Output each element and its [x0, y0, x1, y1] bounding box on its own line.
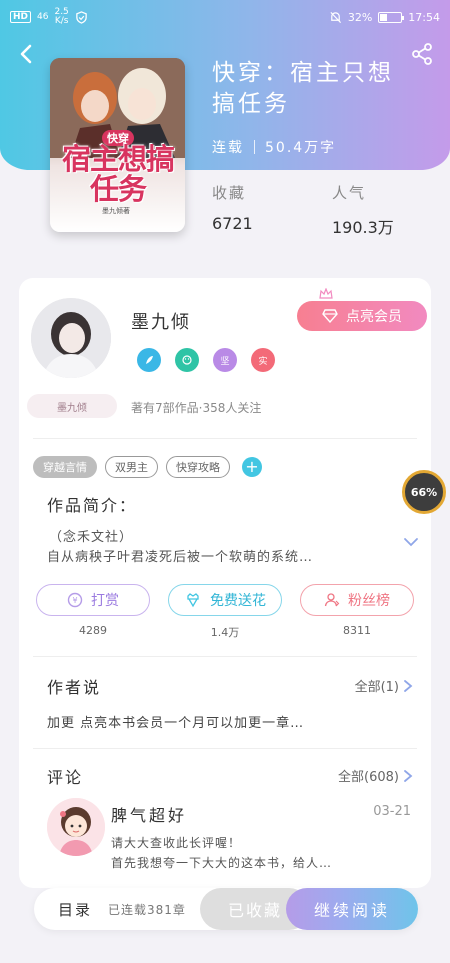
comments-more-link[interactable]: 全部(608) — [338, 766, 413, 785]
tag-list: 穿越言情 双男主 快穿攻略 + — [33, 456, 262, 478]
comment-date: 03-21 — [373, 804, 411, 819]
author-stats: 著有7部作品·358人关注 — [131, 401, 262, 415]
author-notes-text[interactable]: 加更 点亮本书会员一个月可以加更一章… — [47, 712, 304, 731]
tag-item[interactable]: 双男主 — [105, 456, 158, 478]
chevron-down-icon[interactable] — [403, 536, 419, 548]
battery-fill — [380, 13, 387, 21]
chevron-right-icon — [404, 679, 413, 692]
chapter-status: 已连载381章 — [108, 903, 186, 917]
fan-ranking-label: 粉丝榜 — [348, 593, 390, 609]
user-icon — [324, 593, 340, 607]
badge-green-icon[interactable] — [175, 348, 199, 372]
comments-more-label: 全部(608) — [338, 770, 399, 785]
author-notes-more-link[interactable]: 全部(1) — [355, 676, 413, 695]
intro-heading: 作品简介： — [47, 496, 138, 515]
crown-icon — [319, 288, 333, 299]
back-arrow-icon[interactable] — [12, 40, 40, 68]
network-speed: 2.5 K/s — [54, 8, 68, 26]
author-notes-more-label: 全部(1) — [354, 680, 399, 695]
cover-title: 宿主想搞任务 — [61, 142, 175, 206]
share-icon[interactable] — [410, 42, 434, 66]
coin-icon: ¥ — [67, 592, 83, 608]
battery-percent: 32% — [347, 10, 373, 24]
bottom-safe-area — [0, 940, 450, 963]
word-count: 50.4万字 — [265, 140, 337, 156]
meta-divider — [254, 140, 255, 154]
author-name-plate: 墨九倾 — [27, 394, 117, 418]
author-name[interactable]: 墨九倾 — [131, 308, 191, 334]
clock: 17:54 — [408, 10, 440, 24]
comment-text-line-1[interactable]: 请大大查收此长评喔！ — [111, 834, 241, 851]
cover-author: 墨九倾著 — [102, 207, 130, 215]
activate-vip-button[interactable]: 点亮会员 — [297, 301, 427, 331]
continue-reading-button[interactable]: 继续阅读 — [286, 888, 418, 930]
commenter-avatar[interactable] — [47, 798, 105, 856]
network-speed-unit: K/s — [54, 16, 69, 26]
collections-value: 6721 — [212, 214, 253, 233]
comments-heading: 评论 — [47, 768, 84, 787]
flower-count: 1.4万 — [210, 626, 240, 639]
book-meta: 连载 50.4万字 — [212, 137, 336, 157]
avatar-portrait — [31, 298, 111, 378]
book-title: 快穿：宿主只想 搞任务 — [212, 58, 412, 120]
add-tag-button[interactable]: + — [242, 457, 262, 477]
book-title-line-1: 快穿：宿主只想 — [212, 60, 394, 86]
battery-icon — [378, 11, 405, 23]
book-cover[interactable]: 快穿 宿主想搞任务 墨九倾著 — [50, 58, 185, 232]
author-notes-heading: 作者说 — [47, 678, 102, 697]
fan-count: 8311 — [343, 624, 371, 637]
shield-icon — [76, 10, 87, 24]
divider — [33, 748, 417, 749]
comment-username[interactable]: 脾气超好 — [111, 802, 187, 826]
diamond-icon — [322, 309, 338, 323]
divider — [33, 438, 417, 439]
bell-muted-icon — [330, 11, 341, 23]
signal-indicator: 46 — [37, 12, 49, 22]
comment-text-line-2[interactable]: 首先我想夸一下大大的这本书，给人… — [111, 854, 332, 871]
popularity-value: 190.3万 — [332, 218, 394, 237]
book-status: 连载 — [212, 140, 244, 156]
feather-icon — [146, 356, 153, 364]
collections-label: 收藏 — [212, 184, 247, 202]
author-avatar[interactable] — [31, 298, 111, 378]
tag-item[interactable]: 穿越言情 — [33, 456, 97, 478]
intro-line-1: （念禾文社） — [49, 530, 134, 545]
badge-red[interactable]: 实 — [251, 348, 275, 372]
send-flower-button[interactable]: 免费送花 — [168, 584, 282, 616]
svg-text:¥: ¥ — [72, 596, 77, 605]
author-badges: 坚 实 — [137, 348, 275, 372]
book-title-line-2: 搞任务 — [212, 91, 290, 117]
status-left: HD 46 2.5 K/s — [10, 8, 88, 26]
book-detail-card: 墨九倾 点亮会员 坚 实 墨九倾 著有7部作品·358人关注 穿越言情 双男主 … — [19, 278, 431, 888]
status-bar: HD 46 2.5 K/s 32% 17:54 — [0, 0, 450, 34]
tag-item[interactable]: 快穿攻略 — [166, 456, 230, 478]
popularity-label: 人气 — [332, 184, 367, 202]
tip-button-label: 打赏 — [91, 593, 119, 609]
divider — [33, 656, 417, 657]
table-of-contents-button[interactable]: 目录 — [58, 899, 92, 920]
fan-ranking-button[interactable]: 粉丝榜 — [300, 584, 414, 616]
flower-icon — [187, 593, 199, 608]
reading-progress-badge[interactable]: 66% — [402, 470, 446, 514]
vip-button-label: 点亮会员 — [346, 309, 402, 325]
hd-indicator: HD — [10, 11, 32, 23]
badge-blue-icon[interactable] — [137, 348, 161, 372]
send-flower-label: 免费送花 — [210, 593, 266, 609]
badge-purple[interactable]: 坚 — [213, 348, 237, 372]
bottom-action-bar: 目录 已连载381章 已收藏 继续阅读 — [34, 888, 418, 930]
status-right: 32% 17:54 — [329, 11, 440, 24]
chevron-right-icon — [404, 769, 413, 782]
tip-button[interactable]: ¥ 打赏 — [36, 584, 150, 616]
face-icon — [182, 355, 192, 365]
intro-line-2: 自从病秧子叶君凌死后被一个软萌的系统… — [47, 550, 314, 565]
tip-count: 4289 — [79, 624, 107, 637]
cartoon-girl-icon — [47, 798, 105, 856]
